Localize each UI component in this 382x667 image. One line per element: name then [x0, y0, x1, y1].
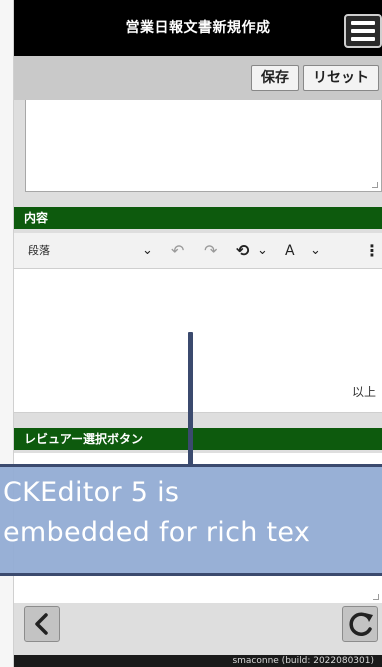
build-info-footer: smaconne (build: 2022080301) — [14, 655, 382, 667]
font-style-icon[interactable]: A — [285, 233, 295, 269]
reviewer-section-header: レビュアー選択ボタン — [14, 428, 382, 450]
title-textarea[interactable] — [25, 100, 382, 192]
annotation-callout: CKEditor 5 is embedded for rich tex — [0, 464, 382, 576]
resize-grip-icon[interactable] — [373, 594, 379, 600]
reload-icon — [349, 612, 373, 636]
undo-icon[interactable]: ↶ — [171, 233, 184, 269]
chevron-left-icon — [35, 613, 48, 635]
callout-line-1: CKEditor 5 is — [3, 477, 180, 508]
app-header: 営業日報文書新規作成 — [14, 0, 382, 56]
ckeditor-editable-area[interactable]: 以上 — [14, 269, 382, 413]
content-section-header: 内容 — [14, 207, 382, 229]
ckeditor-toolbar: 段落 ⌄ ↶ ↷ ⟲ ⌄ A ⌄ ⋮ — [14, 233, 382, 269]
more-options-icon[interactable]: ⋮ — [364, 233, 380, 269]
reload-button[interactable] — [342, 606, 378, 642]
closing-text: 以上 — [351, 385, 376, 399]
reset-button[interactable]: リセット — [303, 65, 379, 91]
heading-dropdown[interactable]: 段落 — [28, 233, 50, 269]
back-button[interactable] — [24, 606, 60, 642]
page-title: 営業日報文書新規作成 — [125, 20, 271, 36]
save-button[interactable]: 保存 — [251, 65, 299, 91]
chevron-down-icon[interactable]: ⌄ — [142, 233, 153, 269]
callout-pointer — [188, 332, 193, 466]
find-chevron-down-icon[interactable]: ⌄ — [257, 233, 268, 269]
redo-icon[interactable]: ↷ — [204, 233, 217, 269]
action-toolbar: 保存 リセット — [14, 56, 382, 100]
find-replace-icon[interactable]: ⟲ — [236, 233, 249, 269]
hamburger-menu-icon[interactable] — [344, 14, 382, 48]
resize-grip-icon[interactable] — [372, 182, 378, 188]
font-chevron-down-icon[interactable]: ⌄ — [310, 233, 321, 269]
callout-line-2: embedded for rich tex — [3, 517, 311, 548]
